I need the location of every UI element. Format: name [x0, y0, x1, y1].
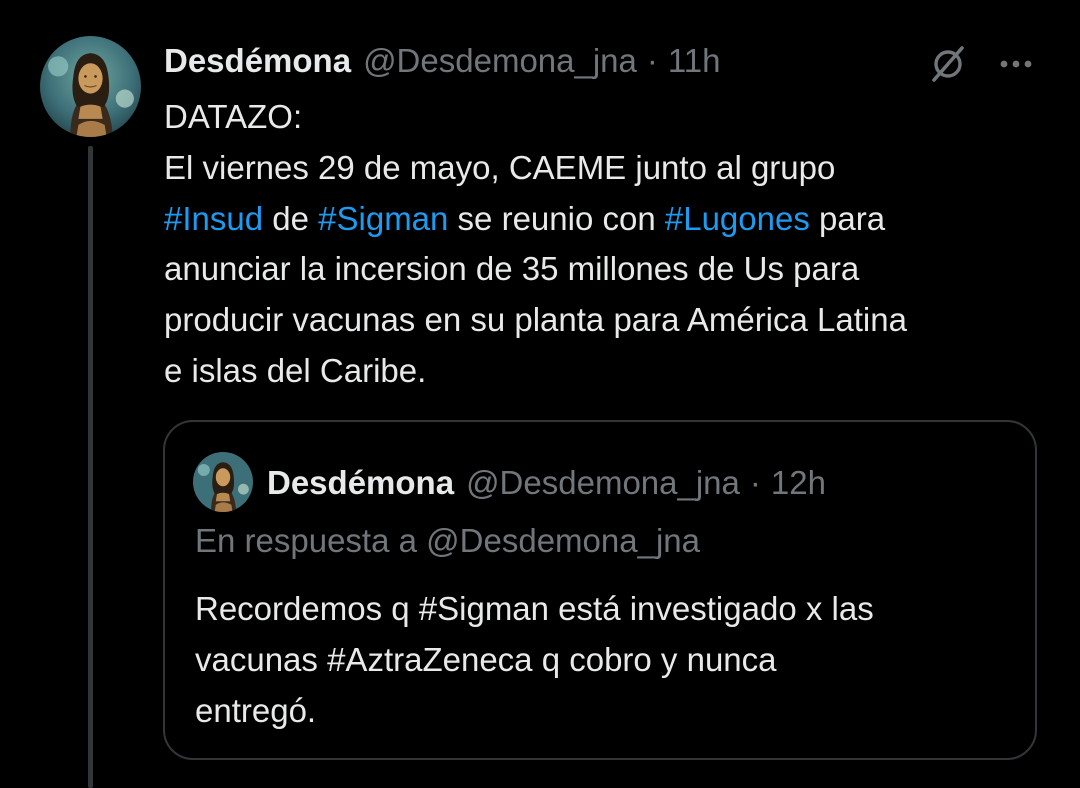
- thread-line: [88, 146, 93, 788]
- tweet-text-line: producir vacunas en su planta para Améri…: [164, 301, 907, 339]
- reply-handle[interactable]: @Desdemona_jna: [426, 522, 700, 559]
- quoted-tweet[interactable]: Desdémona @Desdemona_jna · 12h En respue…: [163, 420, 1037, 760]
- hashtag-link[interactable]: #Lugones: [665, 200, 810, 237]
- tweet-text: DATAZO: El viernes 29 de mayo, CAEME jun…: [164, 92, 1044, 397]
- hashtag-link[interactable]: #Insud: [164, 200, 263, 237]
- author-handle[interactable]: @Desdemona_jna: [363, 42, 637, 80]
- tweet-text-fragment: para: [809, 199, 886, 237]
- quoted-tweet-text: Recordemos q #Sigman está investigado x …: [195, 584, 1015, 736]
- grok-slash-circle-icon[interactable]: [926, 42, 970, 86]
- quoted-tweet-time[interactable]: 12h: [771, 464, 826, 502]
- mona-lisa-avatar-icon: [193, 452, 253, 512]
- tweet[interactable]: Desdémona @Desdemona_jna · 11h DATAZO: E…: [0, 0, 1080, 788]
- separator-dot: ·: [749, 464, 761, 501]
- separator-dot: ·: [646, 42, 658, 79]
- quoted-text-line: Recordemos q #Sigman está investigado x …: [195, 590, 874, 627]
- tweet-text-line: El viernes 29 de mayo, CAEME junto al gr…: [164, 148, 836, 186]
- tweet-text-fragment: de: [263, 199, 319, 237]
- tweet-text-line: #Insud de #Sigman se reunio con #Lugones…: [164, 194, 1044, 245]
- quoted-author-name[interactable]: Desdémona: [267, 464, 454, 502]
- hashtag-link[interactable]: #Sigman: [318, 200, 448, 237]
- tweet-text-line: anunciar la incersion de 35 millones de …: [164, 250, 860, 288]
- reply-context: En respuesta a @Desdemona_jna: [195, 522, 700, 560]
- reply-prefix: En respuesta a: [195, 522, 427, 559]
- tweet-header: Desdémona @Desdemona_jna · 11h: [164, 38, 721, 84]
- tweet-time[interactable]: 11h: [668, 42, 721, 80]
- tweet-text-line: e islas del Caribe.: [164, 351, 427, 389]
- tweet-text-fragment: se reunio con: [448, 199, 665, 237]
- tweet-text-line: DATAZO:: [164, 98, 303, 135]
- author-name[interactable]: Desdémona: [164, 42, 351, 80]
- more-horizontal-icon[interactable]: [996, 44, 1036, 84]
- quoted-tweet-header: Desdémona @Desdemona_jna · 12h: [267, 460, 826, 506]
- quoted-text-line: entregó.: [195, 691, 317, 729]
- quoted-author-handle[interactable]: @Desdemona_jna: [466, 464, 740, 502]
- quoted-author-avatar[interactable]: [193, 452, 253, 512]
- author-avatar[interactable]: [40, 36, 141, 137]
- quoted-text-line: vacunas #AztraZeneca q cobro y nunca: [195, 640, 777, 678]
- mona-lisa-avatar-icon: [40, 36, 141, 137]
